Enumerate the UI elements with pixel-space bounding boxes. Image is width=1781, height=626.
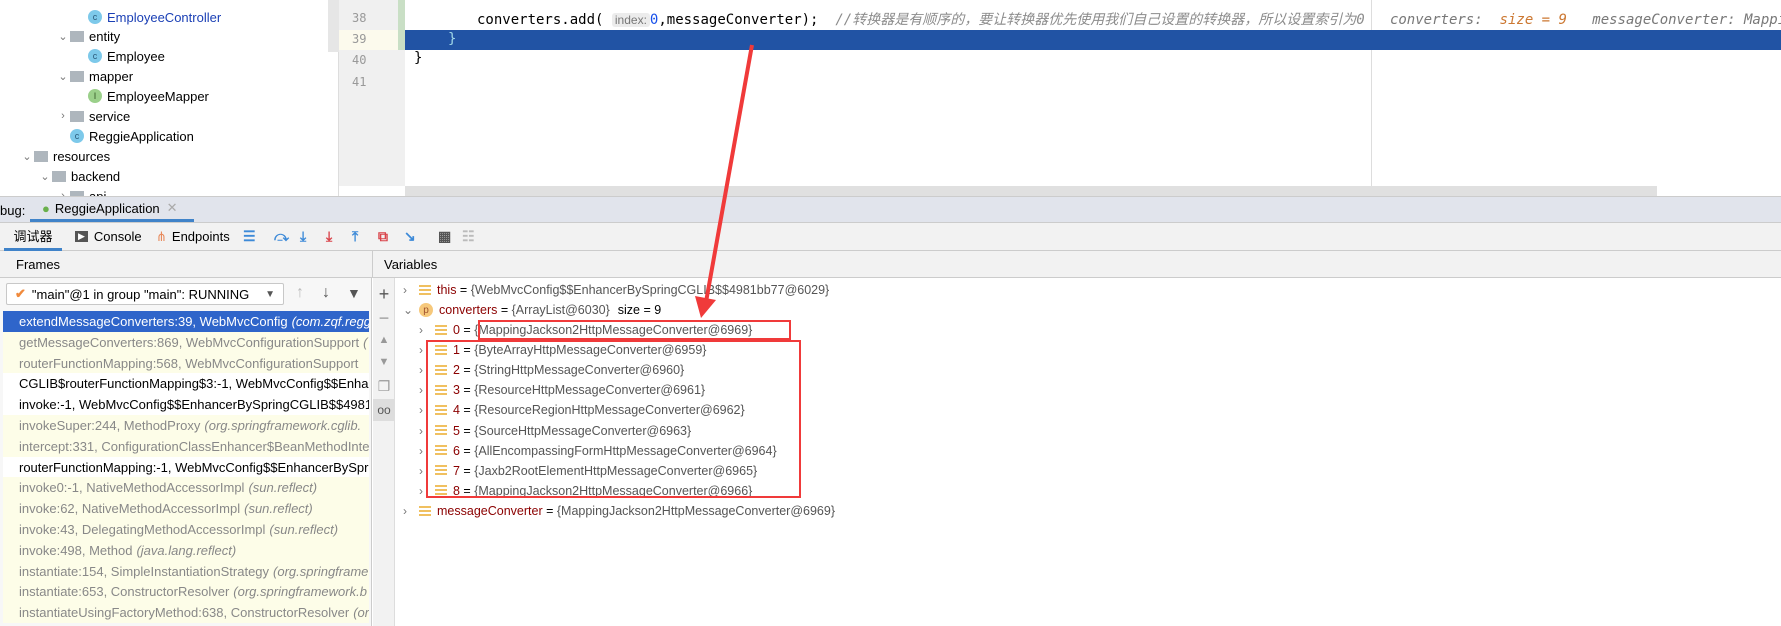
arrow-head (695, 296, 716, 318)
annotation-arrow (695, 44, 754, 318)
arrow-shaft (704, 44, 754, 303)
